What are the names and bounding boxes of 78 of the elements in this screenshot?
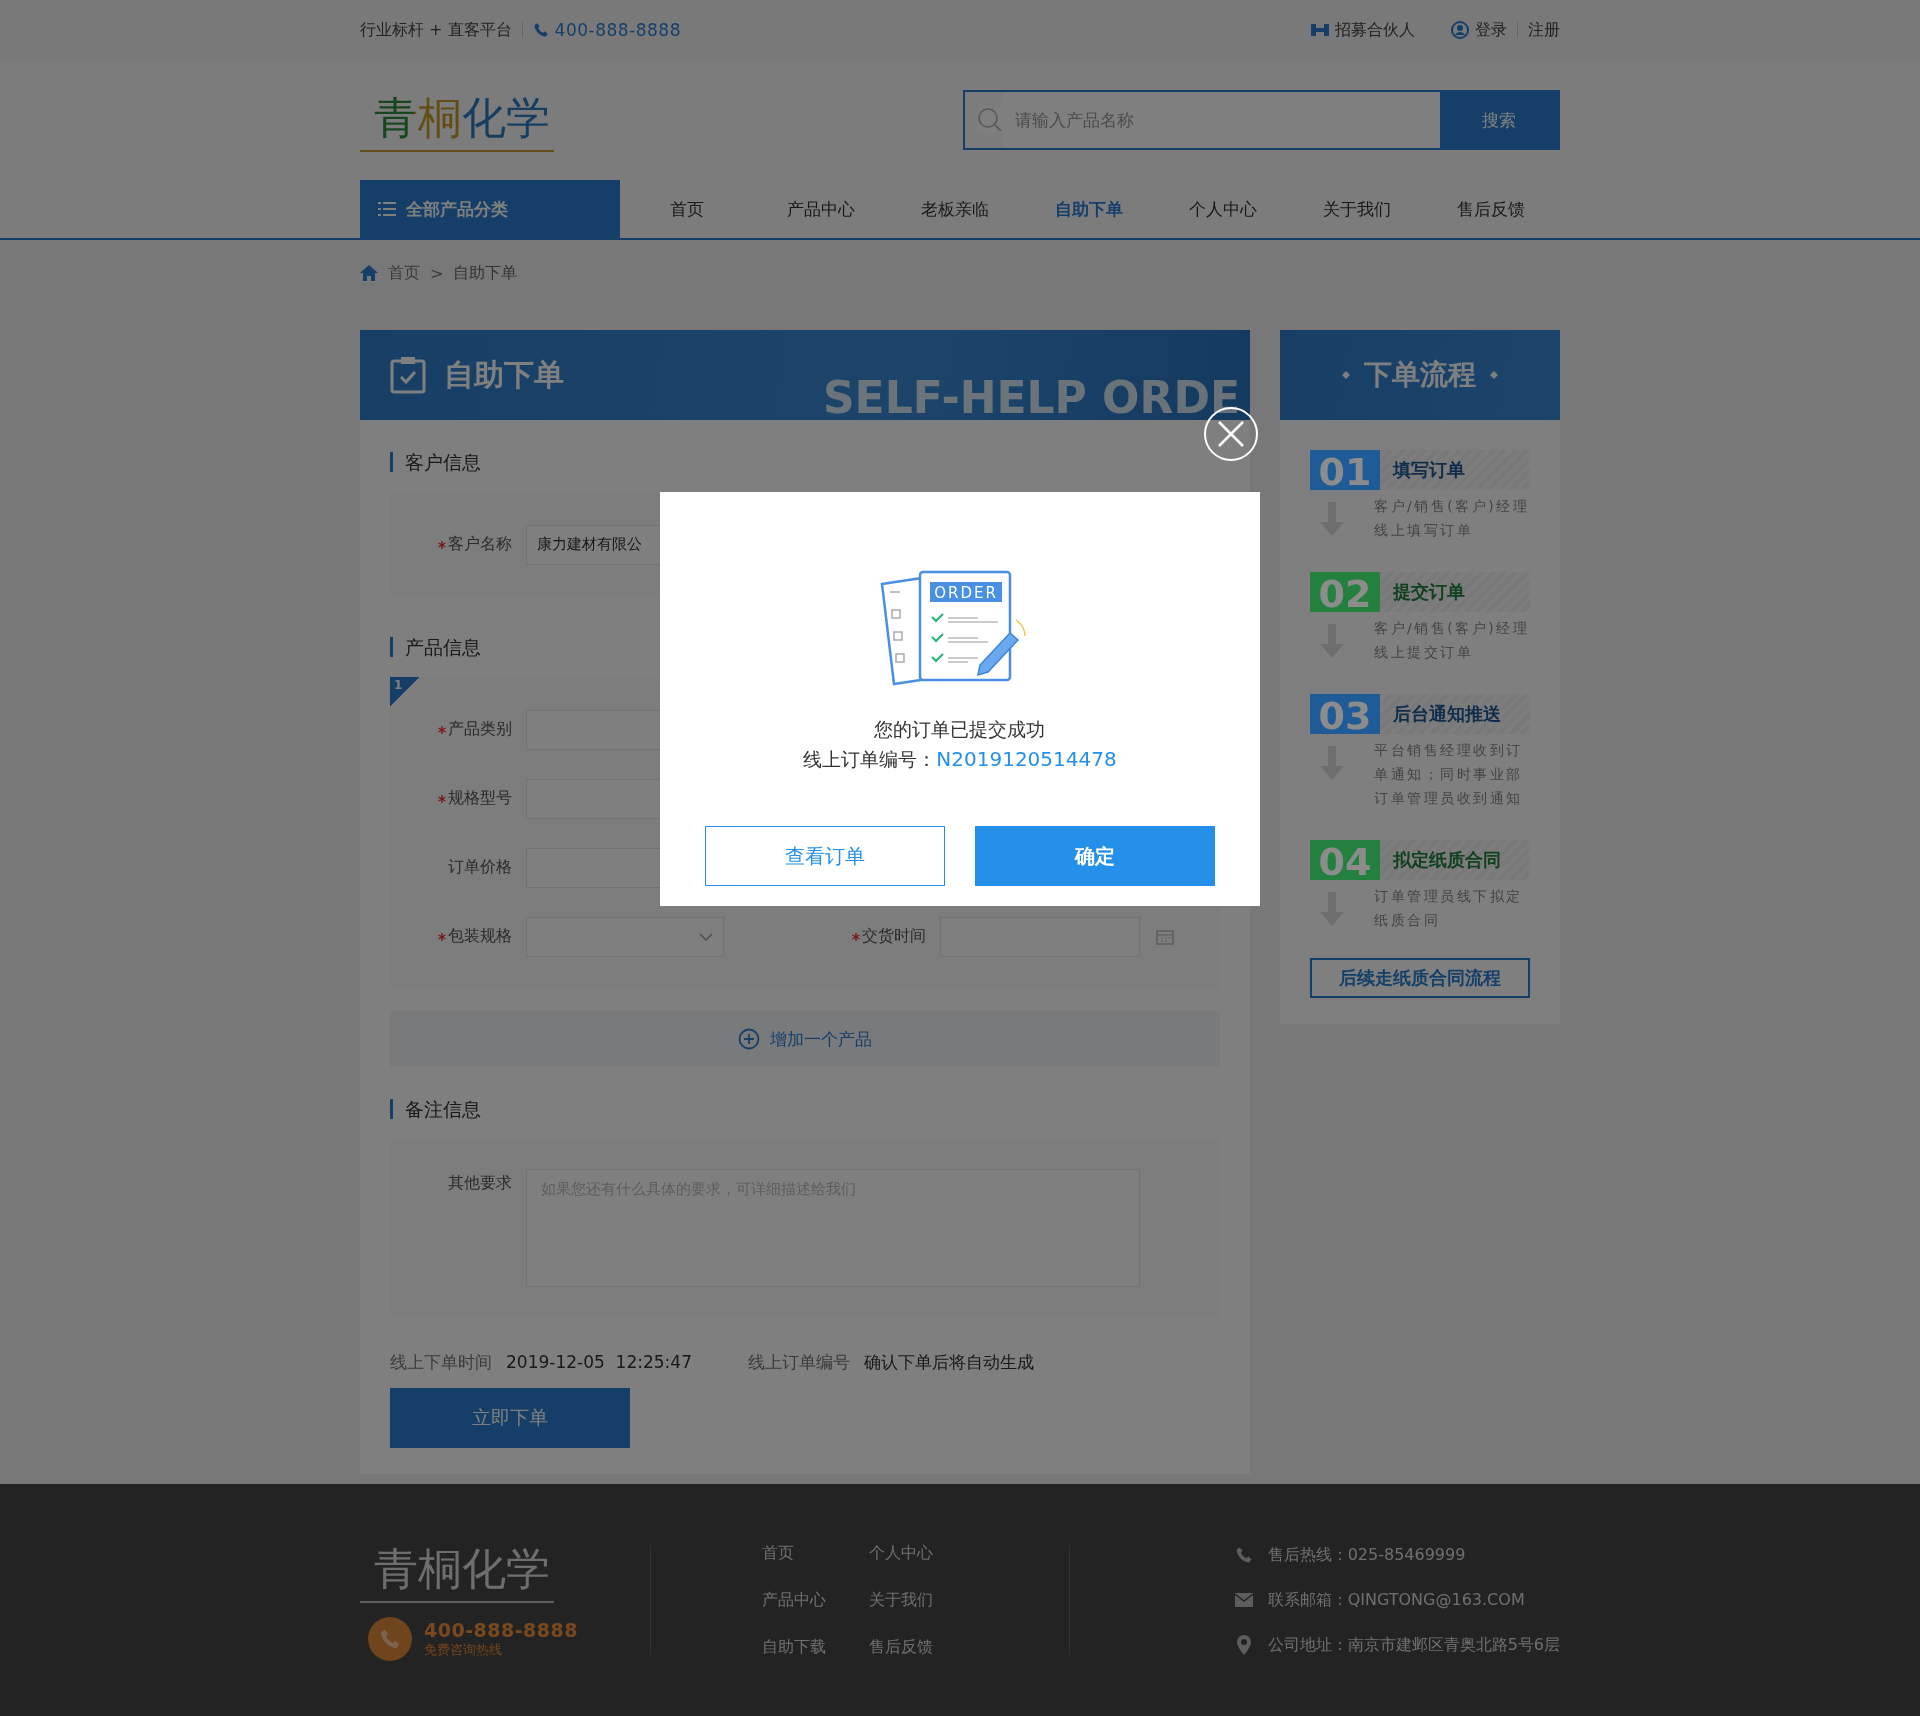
footer-link[interactable]: 自助下载 (761, 1636, 869, 1658)
paper-contract-button[interactable]: 后续走纸质合同流程 (1310, 958, 1530, 998)
submit-order-button[interactable]: 立即下单 (390, 1388, 630, 1448)
menu-icon (378, 201, 396, 217)
banner-watermark: SELF-HELP ORDE (822, 376, 1240, 420)
field-label: 订单价格 (448, 857, 512, 878)
step-number: 01 (1310, 450, 1380, 490)
footer-link[interactable]: 关于我们 (868, 1589, 959, 1611)
phone-icon (368, 1616, 412, 1661)
breadcrumb-separator: > (430, 263, 444, 283)
footer-link[interactable]: 个人中心 (868, 1542, 959, 1564)
hotline-number: 400-888-8888 (554, 20, 681, 40)
order-heading: ORDER (934, 584, 998, 602)
step-number: 02 (1310, 572, 1380, 612)
contact-info: 联系邮箱：QINGTONG@163.COM (1267, 1589, 1525, 1611)
section-heading: 备注信息 (390, 1099, 1220, 1119)
step-number: 03 (1310, 694, 1380, 734)
step-title: 提交订单 (1393, 580, 1465, 604)
footer-hotline: 400-888-8888 (424, 1618, 578, 1641)
slogan: 行业标杆 + 直客平台 (360, 19, 512, 41)
order-form-title: 自助下单 (444, 355, 564, 394)
clipboard-icon (390, 356, 426, 394)
footer-logo: 青桐化学 (360, 1539, 554, 1603)
footer-link[interactable]: 产品中心 (761, 1589, 869, 1611)
nav-link[interactable]: 个人中心 (1156, 197, 1290, 221)
breadcrumb-link[interactable]: 首页 (388, 262, 420, 284)
meta-value: 2019-12-05 12:25:47 (506, 1352, 692, 1372)
nav-link[interactable]: 自助下单 (1022, 197, 1156, 221)
nav-link[interactable]: 售后反馈 (1424, 197, 1558, 221)
plus-circle-icon (738, 1028, 760, 1050)
nav-link[interactable]: 老板亲临 (888, 197, 1022, 221)
login-link[interactable]: 登录 (1475, 19, 1507, 41)
step-title: 后台通知推送 (1393, 702, 1501, 726)
diamond-icon (1490, 371, 1498, 379)
hotline-caption: 免费咨询热线 (424, 1640, 503, 1659)
mail-icon (1234, 1593, 1253, 1607)
calendar-icon (1156, 928, 1174, 945)
success-message: 您的订单已提交成功 (873, 717, 1047, 742)
order-number: N2019120514478 (936, 747, 1117, 771)
nav-link[interactable]: 产品中心 (754, 197, 888, 221)
field-label: 产品类别 (448, 719, 512, 740)
meta-label: 线上订单编号 (747, 1352, 850, 1372)
meta-label: 线上下单时间 (390, 1352, 492, 1372)
step-title: 填写订单 (1393, 458, 1465, 482)
category-menu-button[interactable]: 全部产品分类 (360, 180, 620, 238)
footer-link[interactable]: 首页 (761, 1542, 869, 1564)
confirm-button[interactable]: 确定 (975, 826, 1215, 886)
process-title: 下单流程 (1364, 357, 1476, 393)
field-label: 规格型号 (448, 788, 512, 809)
phone-icon (1234, 1546, 1253, 1564)
footer-link[interactable]: 售后反馈 (868, 1636, 959, 1658)
phone-icon (532, 22, 549, 38)
register-link[interactable]: 注册 (1528, 19, 1560, 41)
location-pin-icon (1236, 1635, 1251, 1655)
contact-info: 公司地址：南京市建邺区青奥北路5号6层 (1267, 1634, 1560, 1656)
field-label: 包装规格 (448, 926, 512, 947)
search-button[interactable]: 搜索 (1440, 92, 1558, 148)
user-icon (1451, 21, 1469, 39)
add-product-button[interactable]: 增加一个产品 (390, 1011, 1220, 1067)
field-label: 客户名称 (448, 534, 512, 555)
step-title: 拟定纸质合同 (1393, 848, 1501, 872)
select-field[interactable] (526, 916, 724, 957)
meta-value: 确认下单后将自动生成 (863, 1352, 1034, 1372)
nav-link[interactable]: 首页 (620, 197, 754, 221)
chevron-down-icon (699, 932, 713, 941)
contact-info: 售后热线：025-85469999 (1267, 1544, 1466, 1566)
field-label: 交货时间 (862, 926, 926, 947)
view-order-button[interactable]: 查看订单 (705, 826, 945, 886)
section-heading: 客户信息 (390, 452, 1220, 472)
diamond-icon (1342, 371, 1350, 379)
order-number-label: 线上订单编号： (803, 748, 937, 770)
step-number: 04 (1310, 840, 1380, 880)
nav-link[interactable]: 关于我们 (1290, 197, 1424, 221)
close-icon (1216, 419, 1246, 449)
home-icon (360, 265, 378, 281)
breadcrumb-link[interactable]: 自助下单 (453, 262, 518, 284)
field-label: 其他要求 (448, 1173, 512, 1194)
partner-link[interactable]: 招募合伙人 (1335, 19, 1415, 41)
